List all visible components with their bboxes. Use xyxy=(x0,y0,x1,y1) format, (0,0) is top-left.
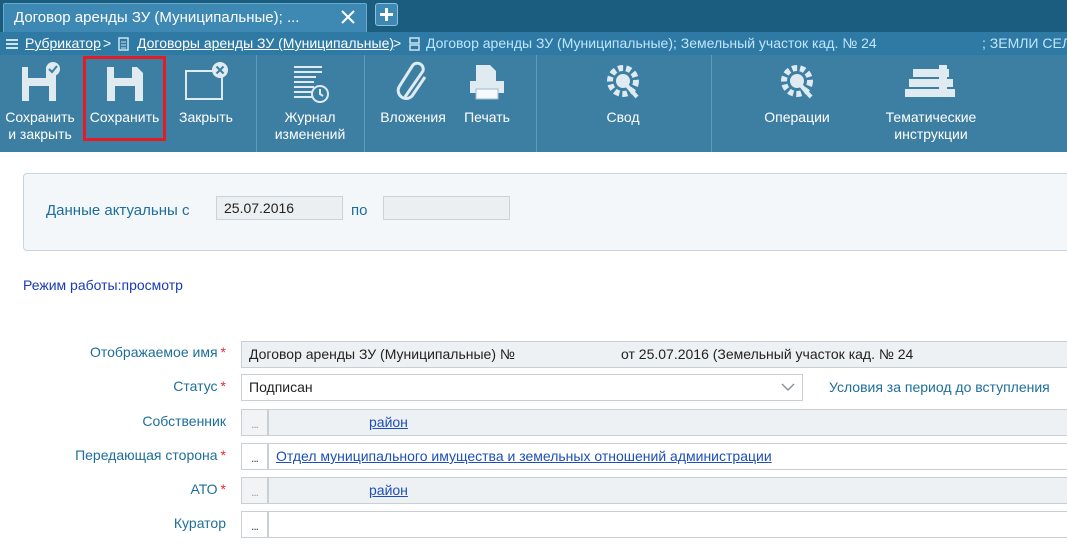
owner-label: Собственник xyxy=(142,413,226,429)
attachments-label: Вложения xyxy=(380,109,446,125)
breadcrumb-extra: ; ЗЕМЛИ СЕЛ xyxy=(982,35,1067,51)
display-name-label: Отображаемое имя * xyxy=(89,344,226,360)
curator-label: Куратор xyxy=(173,515,226,531)
ato-label: АТО * xyxy=(190,481,226,497)
toolbar-divider xyxy=(364,55,365,152)
ato-picker-button[interactable]: ... xyxy=(241,477,268,504)
close-icon[interactable] xyxy=(340,9,356,25)
save-close-label-1: Сохранить xyxy=(5,109,75,125)
thematic-label-2: инструкции xyxy=(894,126,968,142)
display-name-left: Договор аренды ЗУ (Муниципальные) № xyxy=(249,346,515,362)
summary-label: Свод xyxy=(606,109,640,125)
operations-button[interactable]: Операции xyxy=(755,55,839,152)
summary-button[interactable]: Свод xyxy=(580,55,666,152)
gear-wrench-icon xyxy=(781,65,813,99)
document-icon xyxy=(118,37,129,51)
printer-icon xyxy=(470,65,504,100)
add-tab-button[interactable] xyxy=(375,3,398,26)
actual-to-label: по xyxy=(351,202,368,219)
work-mode-text: Режим работы:просмотр xyxy=(23,277,183,293)
list-icon xyxy=(6,39,18,49)
gear-wrench-icon xyxy=(607,65,639,99)
display-name-right: от 25.07.2016 (Земельный участок кад. № … xyxy=(621,346,914,362)
plus-icon xyxy=(380,8,393,21)
actuality-panel: Данные актуальны с 25.07.2016 по xyxy=(23,173,1067,251)
status-select[interactable]: Подписан xyxy=(241,374,803,401)
display-name-field[interactable]: Договор аренды ЗУ (Муниципальные) № от 2… xyxy=(241,341,1067,368)
ato-field[interactable]: район xyxy=(268,477,1067,504)
owner-value-link[interactable]: район xyxy=(369,410,408,435)
transferring-picker-button[interactable]: ... xyxy=(241,443,268,470)
breadcrumb-rubricator-link[interactable]: Рубрикатор xyxy=(25,35,101,52)
save-highlight-frame xyxy=(83,56,166,141)
actual-from-label: Данные актуальны с xyxy=(46,202,190,219)
chevron-down-icon xyxy=(781,383,795,392)
actual-to-field[interactable] xyxy=(383,196,510,220)
tab-document[interactable]: Договор аренды ЗУ (Муниципальные); ... xyxy=(3,3,367,32)
transferring-party-field[interactable]: Отдел муниципального имущества и земельн… xyxy=(268,443,1067,470)
transferring-party-label: Передающая сторона * xyxy=(75,447,226,463)
owner-field[interactable]: район xyxy=(268,409,1067,436)
actual-from-field[interactable]: 25.07.2016 xyxy=(216,196,343,220)
breadcrumb: Рубрикатор > Договоры аренды ЗУ (Муницип… xyxy=(0,32,1067,55)
breadcrumb-separator: > xyxy=(103,35,112,51)
owner-picker-button[interactable]: ... xyxy=(241,409,268,436)
thematic-label-1: Тематические xyxy=(885,109,977,125)
thematic-instructions-button[interactable]: Тематические инструкции xyxy=(876,55,986,152)
close-label: Закрыть xyxy=(179,109,233,125)
attachments-button[interactable]: Вложения xyxy=(372,55,454,152)
tab-title: Договор аренды ЗУ (Муниципальные); ... xyxy=(14,9,300,26)
conditions-period-link[interactable]: Условия за период до вступления xyxy=(829,379,1050,395)
transferring-party-link[interactable]: Отдел муниципального имущества и земельн… xyxy=(276,448,772,464)
record-icon xyxy=(409,37,420,51)
save-check-icon xyxy=(22,62,60,101)
close-button[interactable]: Закрыть xyxy=(170,55,242,152)
save-close-label-2: и закрыть xyxy=(8,126,72,142)
status-label: Статус * xyxy=(173,378,226,394)
close-window-icon xyxy=(185,62,228,100)
print-label: Печать xyxy=(464,109,510,125)
save-and-close-button[interactable]: Сохранить и закрыть xyxy=(0,55,80,152)
ato-value-link[interactable]: район xyxy=(369,478,408,503)
change-journal-button[interactable]: Журнал изменений xyxy=(262,55,358,152)
toolbar-divider xyxy=(536,55,537,152)
breadcrumb-separator: > xyxy=(393,35,402,51)
curator-picker-button[interactable]: ... xyxy=(241,511,268,538)
toolbar-divider xyxy=(711,55,712,152)
curator-field[interactable] xyxy=(268,511,1067,538)
print-button[interactable]: Печать xyxy=(456,55,518,152)
books-icon xyxy=(905,65,955,97)
journal-clock-icon xyxy=(294,66,329,103)
journal-label-2: изменений xyxy=(274,126,346,142)
paperclip-icon xyxy=(396,61,427,100)
operations-label: Операции xyxy=(764,109,830,125)
toolbar-divider xyxy=(256,55,257,152)
breadcrumb-current: Договор аренды ЗУ (Муниципальные); Земел… xyxy=(426,35,877,51)
breadcrumb-contracts-link[interactable]: Договоры аренды ЗУ (Муниципальные) xyxy=(137,35,394,52)
tab-strip: Договор аренды ЗУ (Муниципальные); ... xyxy=(0,0,1067,32)
journal-label-1: Журнал xyxy=(284,109,336,125)
status-value: Подписан xyxy=(249,379,313,395)
